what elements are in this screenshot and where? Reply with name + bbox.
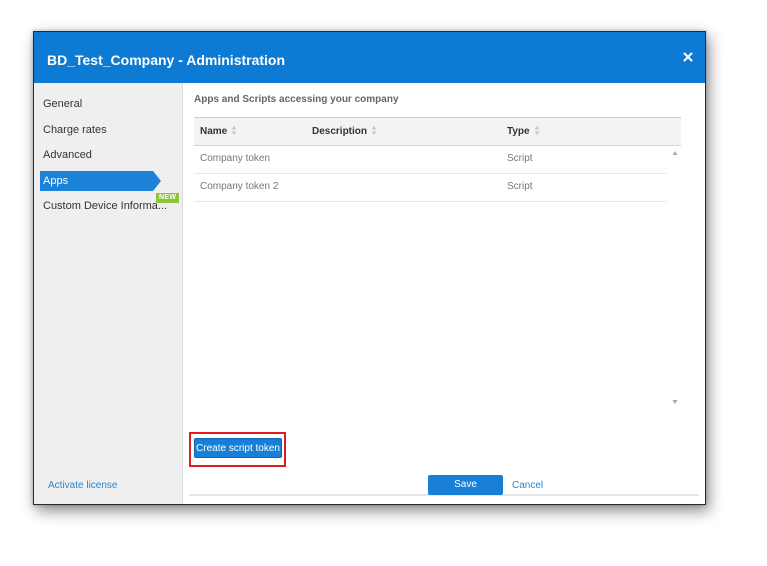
table-header: Name Description Type (194, 117, 681, 146)
sort-icon (371, 125, 377, 135)
sidebar-item-charge-rates[interactable]: Charge rates (43, 120, 107, 140)
column-header-name[interactable]: Name (200, 125, 237, 137)
sidebar-item-advanced[interactable]: Advanced (43, 145, 92, 165)
column-header-label: Type (507, 126, 530, 137)
row-type: Script (507, 181, 533, 192)
administration-dialog: BD_Test_Company - Administration General… (33, 31, 706, 505)
dialog-titlebar: BD_Test_Company - Administration (34, 32, 705, 83)
scroll-down-arrow-icon[interactable] (672, 399, 678, 405)
main-content: Apps and Scripts accessing your company … (183, 83, 705, 504)
dialog-title: BD_Test_Company - Administration (47, 52, 286, 68)
activate-license-link[interactable]: Activate license (48, 480, 117, 491)
column-header-label: Description (312, 126, 368, 137)
close-icon[interactable] (681, 50, 695, 64)
column-header-description[interactable]: Description (312, 125, 377, 137)
row-name: Company token 2 (200, 181, 279, 192)
sidebar: General Charge rates Advanced Apps Custo… (34, 83, 183, 504)
sort-icon (534, 125, 540, 135)
table-row[interactable]: Company token Script (194, 146, 666, 174)
save-button[interactable]: Save (428, 475, 503, 495)
create-script-token-button[interactable]: Create script token (194, 438, 282, 458)
new-badge: NEW (156, 193, 180, 203)
sidebar-item-general[interactable]: General (43, 94, 82, 114)
row-name: Company token (200, 153, 271, 164)
apps-table: Name Description Type Company token Scri… (194, 117, 681, 408)
section-title: Apps and Scripts accessing your company (194, 94, 399, 105)
sort-icon (231, 125, 237, 135)
cancel-link[interactable]: Cancel (512, 480, 543, 491)
row-type: Script (507, 153, 533, 164)
column-header-type[interactable]: Type (507, 125, 540, 137)
scroll-up-arrow-icon[interactable] (672, 150, 678, 156)
column-header-label: Name (200, 126, 228, 137)
sidebar-item-apps[interactable]: Apps (40, 171, 161, 191)
sidebar-item-custom-device-information[interactable]: Custom Device Informa... (43, 196, 167, 216)
table-row[interactable]: Company token 2 Script (194, 174, 666, 202)
